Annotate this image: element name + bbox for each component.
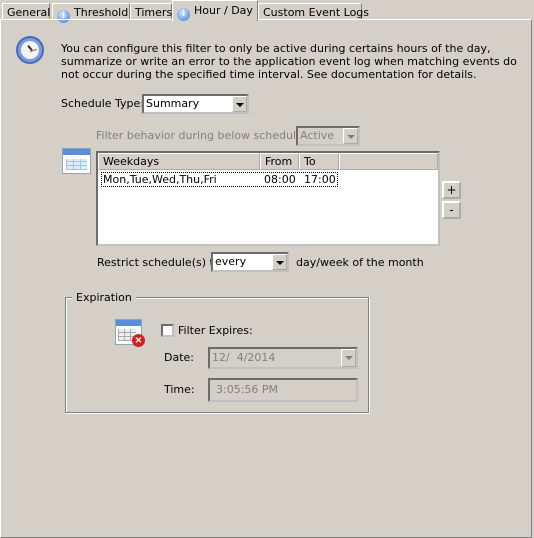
tab-timers[interactable]: Timers (130, 3, 172, 20)
schedule-type-select[interactable]: Summary (142, 94, 249, 114)
tab-label: Threshold (74, 6, 129, 19)
schedule-list[interactable]: Weekdays From To Mon,Tue,Wed,Thu,Fri 08:… (96, 151, 440, 246)
column-header-from[interactable]: From (260, 153, 299, 170)
calendar-expire-icon: × (115, 319, 145, 347)
restrict-suffix: day/week of the month (296, 256, 424, 269)
tab-label: Hour / Day (194, 4, 253, 17)
filter-expires-label: Filter Expires: (178, 324, 253, 337)
tab-threshold[interactable]: i Threshold (52, 3, 130, 23)
restrict-label: Restrict schedule(s) to (97, 256, 221, 269)
filter-behavior-label: Filter behavior during below schedule(s)… (96, 129, 321, 142)
schedule-type-label: Schedule Type: (61, 97, 145, 110)
tab-custom-event-logs[interactable]: Custom Event Logs (258, 3, 369, 20)
chevron-down-icon (232, 96, 247, 112)
tab-general[interactable]: General (2, 3, 50, 20)
tab-label: General (7, 6, 51, 19)
restrict-select[interactable]: every (211, 252, 289, 272)
tab-label: Timers (135, 6, 173, 19)
column-header-filler (339, 153, 438, 170)
chevron-down-icon (343, 128, 358, 144)
select-value: Summary (146, 97, 200, 110)
description-text: You can configure this filter to only be… (61, 42, 517, 81)
date-label: Date: (164, 351, 194, 364)
cell-to: 17:00 (304, 173, 336, 186)
expiration-title: Expiration (72, 291, 136, 304)
add-button[interactable]: + (442, 181, 461, 199)
cell-from: 08:00 (264, 173, 296, 186)
clock-icon (16, 36, 44, 64)
select-value: Active (300, 129, 335, 142)
time-input[interactable]: 3:05:56 PM (208, 378, 358, 402)
time-value: 3:05:56 PM (216, 383, 279, 396)
date-picker[interactable]: 12/ 4/2014 (208, 347, 358, 369)
remove-button[interactable]: - (442, 201, 461, 219)
chevron-down-icon (272, 254, 287, 270)
filter-behavior-select[interactable]: Active (296, 126, 360, 146)
calendar-icon (62, 148, 91, 174)
table-row[interactable]: Mon,Tue,Wed,Thu,Fri 08:00 17:00 (101, 172, 338, 187)
column-header-to[interactable]: To (299, 153, 339, 170)
info-icon: i (177, 8, 190, 21)
chevron-down-icon (341, 349, 356, 367)
tab-label: Custom Event Logs (263, 6, 370, 19)
time-label: Time: (164, 383, 195, 396)
select-value: every (215, 255, 247, 268)
filter-expires-checkbox[interactable] (161, 324, 174, 337)
tab-hour-day[interactable]: i Hour / Day (172, 0, 258, 21)
cell-weekdays: Mon,Tue,Wed,Thu,Fri (103, 173, 217, 186)
column-header-weekdays[interactable]: Weekdays (98, 153, 260, 170)
select-value: 12/ 4/2014 (212, 351, 276, 364)
